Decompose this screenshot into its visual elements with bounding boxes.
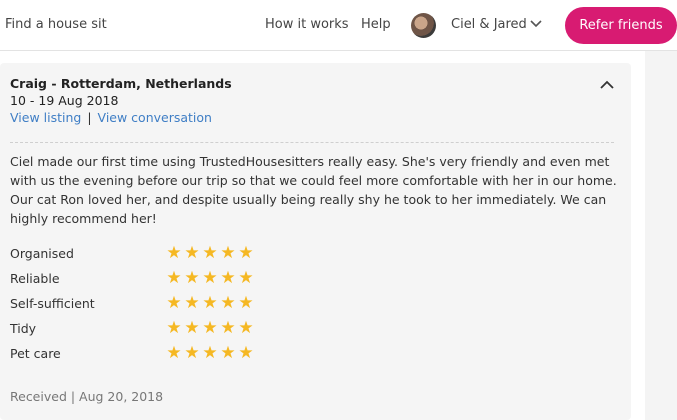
star-icon: ★ — [220, 268, 236, 288]
star-rating: ★ ★ ★ ★ ★ — [165, 295, 255, 312]
view-conversation-link[interactable]: View conversation — [98, 110, 212, 125]
rating-row-tidy: Tidy ★ ★ ★ ★ ★ — [10, 316, 310, 341]
star-icon: ★ — [238, 318, 254, 338]
star-icon: ★ — [202, 343, 218, 363]
link-separator: | — [87, 110, 92, 125]
review-card: Craig - Rotterdam, Netherlands 10 - 19 A… — [0, 63, 631, 420]
user-menu-name[interactable]: Ciel & Jared — [451, 17, 527, 32]
rating-label: Organised — [10, 246, 74, 261]
star-icon: ★ — [184, 243, 200, 263]
star-icon: ★ — [166, 268, 182, 288]
star-icon: ★ — [202, 318, 218, 338]
star-icon: ★ — [184, 268, 200, 288]
star-icon: ★ — [202, 268, 218, 288]
rating-row-reliable: Reliable ★ ★ ★ ★ ★ — [10, 266, 310, 291]
star-icon: ★ — [166, 243, 182, 263]
star-icon: ★ — [220, 243, 236, 263]
star-icon: ★ — [166, 293, 182, 313]
nav-find-house-sit[interactable]: Find a house sit — [5, 17, 107, 32]
star-icon: ★ — [202, 243, 218, 263]
star-icon: ★ — [238, 268, 254, 288]
nav-how-it-works[interactable]: How it works — [265, 17, 349, 32]
rating-label: Reliable — [10, 271, 60, 286]
rating-row-pet-care: Pet care ★ ★ ★ ★ ★ — [10, 341, 310, 366]
rating-label: Self-sufficient — [10, 296, 95, 311]
star-icon: ★ — [220, 318, 236, 338]
page-side-strip — [645, 51, 677, 420]
nav-help[interactable]: Help — [361, 17, 391, 32]
star-icon: ★ — [238, 293, 254, 313]
chevron-up-icon[interactable] — [598, 76, 616, 94]
rating-label: Pet care — [10, 346, 61, 361]
refer-friends-button[interactable]: Refer friends — [565, 7, 677, 44]
star-icon: ★ — [220, 343, 236, 363]
star-icon: ★ — [166, 343, 182, 363]
star-icon: ★ — [238, 243, 254, 263]
review-links: View listing | View conversation — [10, 110, 212, 125]
star-rating: ★ ★ ★ ★ ★ — [165, 345, 255, 362]
chevron-down-icon[interactable] — [528, 16, 544, 32]
user-avatar[interactable] — [411, 13, 436, 38]
divider — [10, 142, 614, 143]
rating-row-organised: Organised ★ ★ ★ ★ ★ — [10, 241, 310, 266]
star-rating: ★ ★ ★ ★ ★ — [165, 320, 255, 337]
star-icon: ★ — [220, 293, 236, 313]
rating-row-self-sufficient: Self-sufficient ★ ★ ★ ★ ★ — [10, 291, 310, 316]
sit-dates: 10 - 19 Aug 2018 — [10, 93, 119, 108]
received-date: Received | Aug 20, 2018 — [10, 389, 164, 404]
star-icon: ★ — [238, 343, 254, 363]
star-rating: ★ ★ ★ ★ ★ — [165, 245, 255, 262]
review-text: Ciel made our first time using TrustedHo… — [10, 154, 617, 226]
star-icon: ★ — [184, 318, 200, 338]
reviewer-name: Craig - Rotterdam, Netherlands — [10, 76, 232, 91]
ratings-list: Organised ★ ★ ★ ★ ★ Reliable ★ ★ ★ ★ ★ Self-suff… — [10, 241, 310, 366]
star-icon: ★ — [184, 293, 200, 313]
star-icon: ★ — [184, 343, 200, 363]
star-rating: ★ ★ ★ ★ ★ — [165, 270, 255, 287]
top-navigation-bar: Find a house sit How it works Help Ciel … — [0, 0, 677, 51]
star-icon: ★ — [202, 293, 218, 313]
rating-label: Tidy — [10, 321, 37, 336]
star-icon: ★ — [166, 318, 182, 338]
view-listing-link[interactable]: View listing — [10, 110, 81, 125]
